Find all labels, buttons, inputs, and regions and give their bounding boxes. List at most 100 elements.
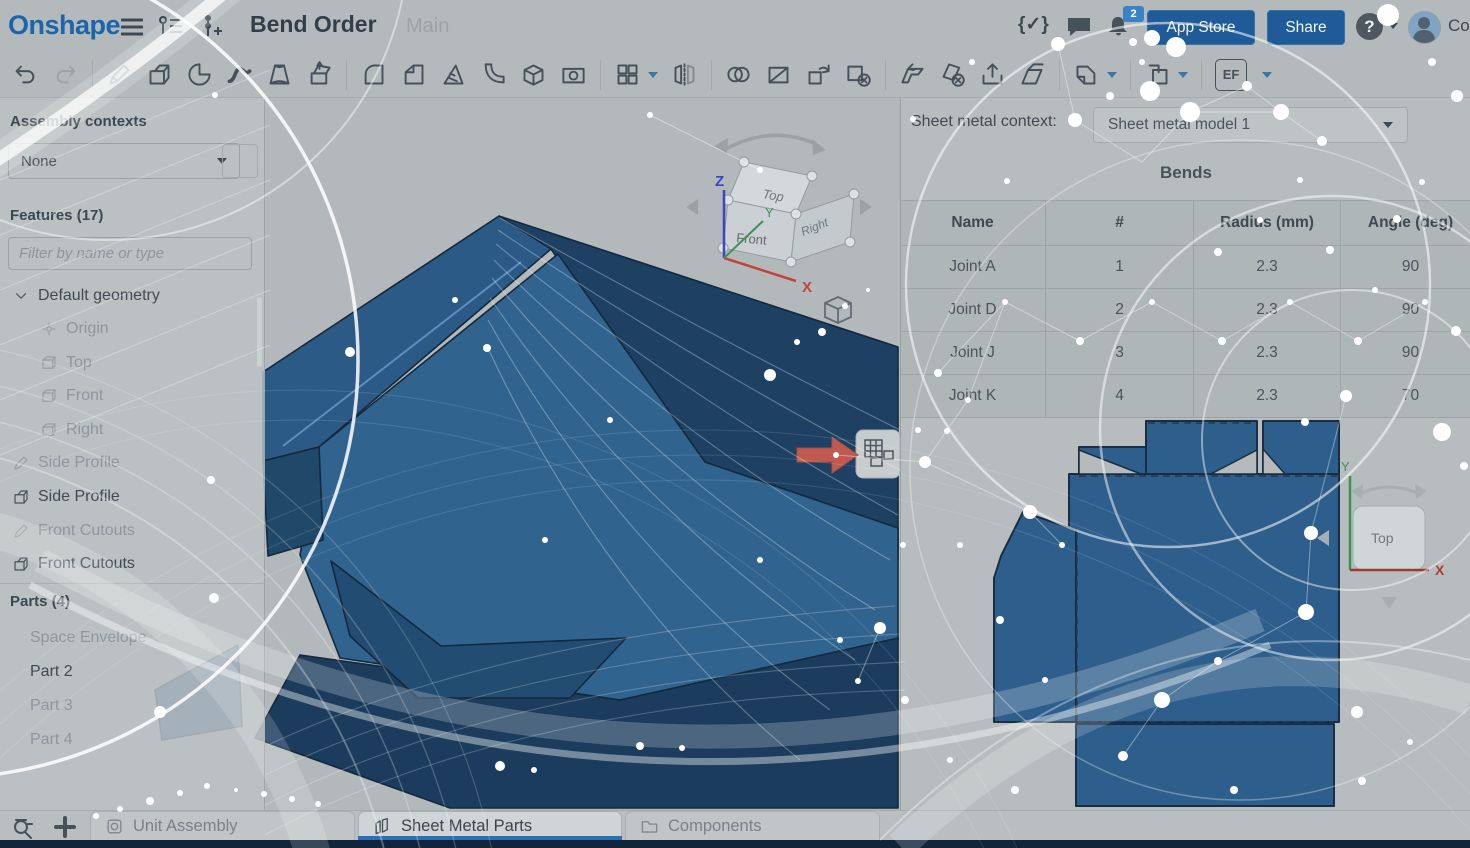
assembly-context-menu-button[interactable] [222, 144, 258, 178]
feature-item-side-profile[interactable]: Side Profile [0, 482, 120, 512]
menu-icon[interactable] [120, 17, 144, 37]
loft-icon[interactable] [266, 61, 293, 88]
document-title[interactable]: Bend Order [250, 11, 377, 38]
sheet-metal-utilities-caret-icon[interactable] [1107, 72, 1117, 78]
bend-row-cell[interactable]: 2.3 [1194, 246, 1341, 289]
bend-row-cell[interactable]: 2 [1046, 289, 1194, 332]
hole-icon[interactable] [560, 61, 587, 88]
app-store-button[interactable]: App Store [1147, 10, 1255, 45]
feature-item-top-plane[interactable]: Top [0, 348, 92, 378]
part-item-part-4[interactable]: Part 4 [0, 725, 73, 755]
comments-icon[interactable] [1066, 16, 1092, 38]
flat-pattern-part[interactable] [994, 421, 1339, 806]
sheet-metal-flange-icon[interactable] [899, 61, 926, 88]
versions-icon[interactable] [158, 14, 184, 38]
sketch-icon[interactable] [106, 61, 133, 88]
bend-row-cell[interactable]: 4 [1046, 375, 1194, 418]
extrude-icon[interactable] [146, 61, 173, 88]
feature-item-origin[interactable]: Origin [0, 314, 109, 344]
sheet-metal-export-icon[interactable] [979, 61, 1006, 88]
view-cube-right-label[interactable]: Right [799, 215, 831, 239]
sketch-icon [12, 454, 30, 472]
tab-unit-assembly[interactable]: Unit Assembly [90, 811, 355, 840]
bend-row-cell[interactable]: 2.3 [1194, 289, 1341, 332]
part-item-part-2[interactable]: Part 2 [0, 657, 73, 687]
revolve-icon[interactable] [186, 61, 213, 88]
pattern-utilities-icon[interactable] [1144, 61, 1171, 88]
sheet-metal-part-3d[interactable] [155, 216, 898, 808]
sheet-metal-utilities-icon[interactable] [1073, 61, 1100, 88]
featurescript-icon[interactable]: {✓} [1018, 13, 1049, 36]
column-header-radius[interactable]: Radius (mm) [1194, 201, 1341, 246]
insert-icon[interactable] [202, 14, 224, 38]
linear-pattern-caret-icon[interactable] [648, 72, 658, 78]
custom-feature-caret-icon[interactable] [1262, 72, 1272, 78]
mirror-icon[interactable] [671, 61, 698, 88]
shell-icon[interactable] [520, 61, 547, 88]
draft-icon[interactable] [440, 61, 467, 88]
chevron-down-icon[interactable] [12, 287, 30, 305]
feature-item-right-plane[interactable]: Right [0, 415, 103, 445]
view-cube[interactable]: Top Front Right [686, 135, 872, 267]
feature-filter-input[interactable] [8, 237, 252, 270]
flat-view-cube[interactable]: Top Y X [1317, 459, 1445, 609]
feature-item-default-geometry[interactable]: Default geometry [0, 281, 160, 311]
bend-row-cell[interactable]: Joint K [900, 375, 1046, 418]
bend-row-cell[interactable]: 70 [1341, 375, 1470, 418]
column-header-order[interactable]: # [1046, 201, 1194, 246]
flat-pattern-toggle-button[interactable] [856, 430, 900, 478]
pattern-utilities-caret-icon[interactable] [1178, 72, 1188, 78]
part-item-space-envelope[interactable]: Space Envelope [0, 623, 147, 653]
view-cube-front-label[interactable]: Front [736, 230, 768, 248]
transform-icon[interactable] [805, 61, 832, 88]
toolbar-divider [711, 60, 712, 90]
column-header-name[interactable]: Name [900, 201, 1046, 246]
linear-pattern-icon[interactable] [614, 61, 641, 88]
sheet-metal-bend-icon[interactable] [1019, 61, 1046, 88]
feature-item-front-plane[interactable]: Front [0, 381, 103, 411]
bend-row-cell[interactable]: Joint D [900, 289, 1046, 332]
assembly-context-select[interactable]: None [8, 143, 240, 179]
bend-row-cell[interactable]: 1 [1046, 246, 1194, 289]
help-icon[interactable]: ? [1356, 13, 1383, 40]
boolean-icon[interactable] [725, 61, 752, 88]
plane-icon [40, 387, 58, 405]
bend-row-cell[interactable]: 3 [1046, 332, 1194, 375]
share-button[interactable]: Share [1267, 10, 1345, 45]
feature-item-front-cutouts-sketch[interactable]: Front Cutouts [0, 516, 135, 546]
isometric-view-icon[interactable] [825, 297, 851, 323]
sweep-icon[interactable] [226, 61, 253, 88]
bend-row-cell[interactable]: Joint A [900, 246, 1046, 289]
fillet-icon[interactable] [360, 61, 387, 88]
column-header-angle[interactable]: Angle (deg) [1341, 201, 1470, 246]
workspace-name[interactable]: Main [406, 15, 449, 38]
panel-scrollbar[interactable] [257, 297, 262, 367]
search-tabs-icon[interactable] [10, 814, 36, 840]
split-icon[interactable] [765, 61, 792, 88]
onshape-logo[interactable]: Onshape [8, 10, 120, 41]
bend-row-cell[interactable]: 90 [1341, 332, 1470, 375]
feature-item-side-profile-sketch[interactable]: Side Profile [0, 448, 120, 478]
view-cube-top-label[interactable]: Top [761, 186, 785, 204]
bend-row-cell[interactable]: 90 [1341, 289, 1470, 332]
custom-feature-icon[interactable]: EF [1215, 59, 1247, 91]
feature-item-front-cutouts[interactable]: Front Cutouts [0, 549, 135, 579]
tab-components[interactable]: Components [625, 811, 880, 840]
add-tab-icon[interactable] [52, 814, 78, 840]
chamfer-icon[interactable] [400, 61, 427, 88]
thicken-icon[interactable] [306, 61, 333, 88]
rib-icon[interactable] [480, 61, 507, 88]
part-item-part-3[interactable]: Part 3 [0, 691, 73, 721]
avatar[interactable] [1408, 11, 1441, 44]
sheet-metal-delete-face-icon[interactable] [939, 61, 966, 88]
assembly-context-value: None [21, 153, 57, 170]
bend-row-cell[interactable]: 2.3 [1194, 375, 1341, 418]
help-caret-down-icon[interactable] [1388, 23, 1398, 29]
bend-row-cell[interactable]: Joint J [900, 332, 1046, 375]
delete-part-icon[interactable] [845, 61, 872, 88]
redo-icon[interactable] [52, 61, 79, 88]
bend-row-cell[interactable]: 2.3 [1194, 332, 1341, 375]
bend-row-cell[interactable]: 90 [1341, 246, 1470, 289]
sheet-metal-context-select[interactable]: Sheet metal model 1 [1093, 107, 1408, 143]
undo-icon[interactable] [12, 61, 39, 88]
